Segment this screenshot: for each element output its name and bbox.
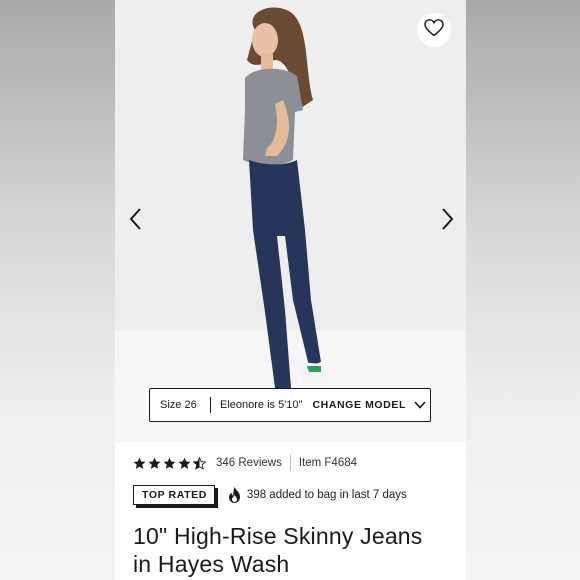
heart-outline-icon bbox=[424, 18, 444, 42]
popularity-text: 398 added to bag in last 7 days bbox=[246, 489, 407, 501]
divider bbox=[289, 455, 291, 471]
chevron-right-icon bbox=[441, 207, 455, 236]
star-half-icon bbox=[193, 456, 206, 470]
star-rating[interactable] bbox=[133, 456, 206, 470]
star-full-icon bbox=[178, 457, 191, 469]
chevron-left-icon bbox=[128, 207, 142, 236]
item-number: Item F4684 bbox=[298, 457, 358, 469]
divider bbox=[210, 397, 211, 413]
model-height-label: Eleonore is 5'10" bbox=[220, 399, 303, 411]
left-blurred-gutter bbox=[0, 0, 115, 580]
reviews-link[interactable]: 346 Reviews bbox=[216, 457, 282, 469]
top-rated-badge: TOP RATED bbox=[133, 485, 218, 508]
product-title-line-2: in Hayes Wash bbox=[133, 551, 290, 577]
badge-row: TOP RATED 398 added to bag in last 7 day… bbox=[133, 485, 407, 508]
change-model-label[interactable]: CHANGE MODEL bbox=[312, 399, 406, 411]
model-size-label: Size 26 bbox=[160, 399, 197, 411]
product-info: 346 Reviews Item F4684 TOP RATED 398 add… bbox=[115, 442, 466, 580]
star-full-icon bbox=[148, 457, 161, 469]
right-blurred-gutter bbox=[466, 0, 580, 580]
product-title-line-1: 10" High-Rise Skinny Jeans bbox=[133, 523, 423, 549]
chevron-down-icon[interactable] bbox=[414, 401, 426, 409]
product-title: 10" High-Rise Skinny Jeans in Hayes Wash bbox=[133, 522, 453, 578]
product-page: Size 26 Eleonore is 5'10" CHANGE MODEL 3… bbox=[115, 0, 466, 580]
previous-image-button[interactable] bbox=[124, 206, 146, 236]
model-photo bbox=[243, 7, 328, 388]
favorite-button[interactable] bbox=[417, 13, 451, 47]
change-model-selector[interactable]: Size 26 Eleonore is 5'10" CHANGE MODEL bbox=[149, 388, 431, 422]
star-full-icon bbox=[133, 457, 146, 469]
star-full-icon bbox=[163, 457, 176, 469]
flame-icon bbox=[228, 487, 241, 503]
next-image-button[interactable] bbox=[437, 206, 459, 236]
rating-row: 346 Reviews Item F4684 bbox=[133, 455, 357, 471]
product-image-carousel[interactable]: Size 26 Eleonore is 5'10" CHANGE MODEL bbox=[115, 0, 466, 442]
